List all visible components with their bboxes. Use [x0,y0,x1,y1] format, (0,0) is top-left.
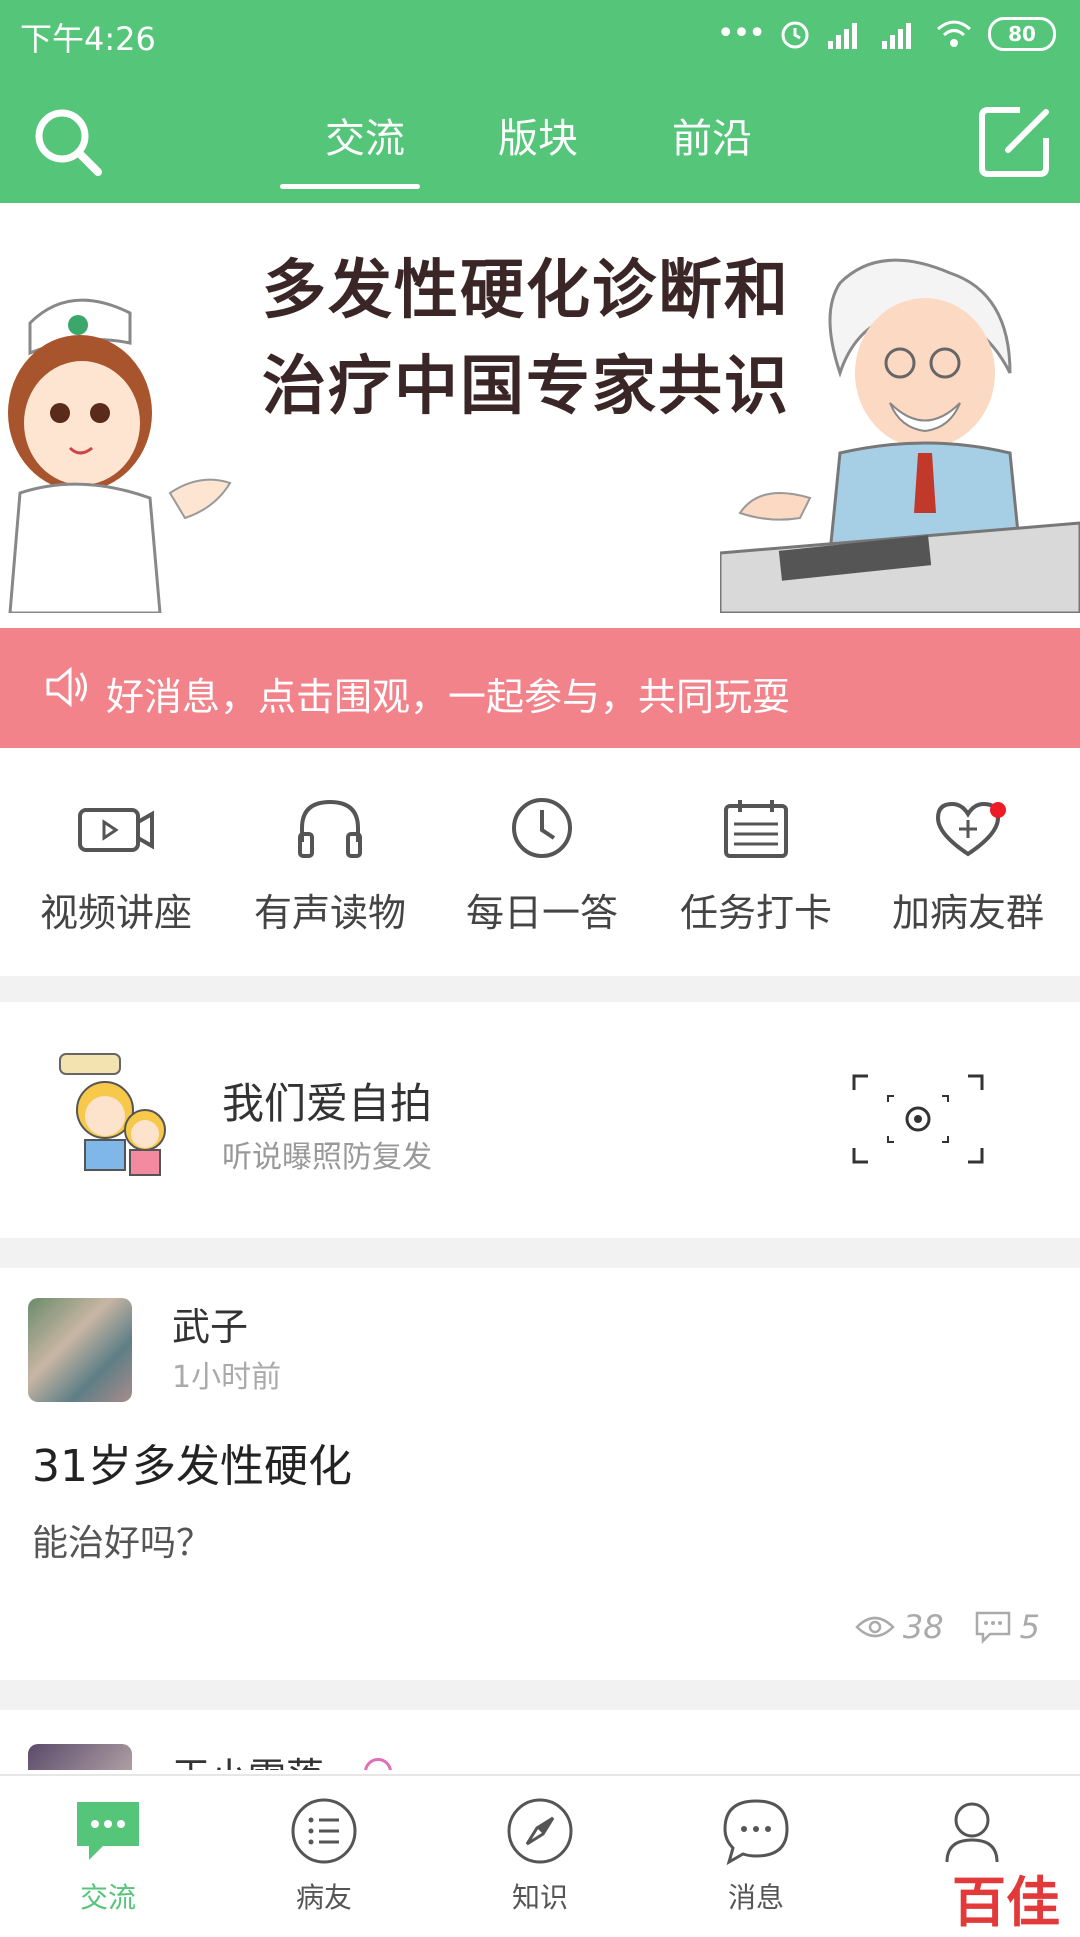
section-divider [0,1238,1080,1268]
feature-daily-answer[interactable]: 每日一答 [434,796,650,937]
tab-communication[interactable]: 交流 [325,106,405,164]
user-icon [945,1802,999,1863]
doctor-illustration [720,258,1080,613]
feature-video-lectures[interactable]: 视频讲座 [8,796,224,937]
calendar-icon [724,800,788,858]
wifi-icon [937,20,971,47]
top-tabs: 交流 版块 前沿 [280,88,820,198]
feature-label: 任务打卡 [679,891,832,935]
tab-knowledge[interactable]: 知识 [432,1796,648,1916]
notice-bar[interactable]: 好消息，点击围观，一起参与，共同玩耍 [0,628,1080,748]
comment-count: 5 [1019,1608,1040,1646]
avatar[interactable] [28,1744,132,1770]
eye-icon [855,1616,895,1638]
tab-frontier[interactable]: 前沿 [672,106,752,164]
list-icon [291,1798,357,1864]
feature-task-checkin[interactable]: 任务打卡 [648,796,864,937]
promo-banner[interactable]: 多发性硬化诊断和 治疗中国专家共识 [0,203,1080,613]
status-bar: 下午4:26 ••• 80 [0,0,1080,70]
selfie-subtitle: 听说曝照防复发 [222,1140,432,1175]
tab-patients[interactable]: 病友 [216,1796,432,1916]
post-card[interactable]: 玉小雪落 [0,1710,1080,1770]
post-username[interactable]: 武子 [172,1296,248,1351]
header: 下午4:26 ••• 80 交流 版块 前沿 [0,0,1080,203]
post-body: 能治好吗？ [32,1523,213,1564]
nurse-illustration [8,298,232,613]
feature-label: 每日一答 [465,891,618,935]
tab-label: 病友 [295,1881,352,1914]
feature-join-group[interactable]: 加病友群 [860,796,1076,937]
status-time: 下午4:26 [20,20,156,58]
active-tab-indicator [280,184,420,189]
post-username[interactable]: 玉小雪落 [172,1746,324,1770]
tab-label: 交流 [79,1881,136,1914]
battery-indicator: 80 [988,16,1056,51]
comment-icon[interactable] [974,1610,1012,1644]
gender-icon [364,1758,392,1770]
more-dots-icon: ••• [716,16,766,51]
post-time: 1小时前 [172,1360,282,1395]
camera-scan-icon[interactable] [852,1074,984,1164]
alarm-icon [781,21,809,48]
signal-icon [828,22,857,49]
view-count: 38 [902,1608,944,1646]
top-nav: 交流 版块 前沿 [0,88,1080,198]
notification-dot [990,802,1006,818]
search-icon[interactable] [32,106,104,178]
watermark-logo: 百佳 [952,1871,1060,1934]
selfie-illustration [59,1053,166,1176]
signal-icon-2 [882,22,911,49]
feature-label: 有声读物 [253,891,406,935]
compass-icon [507,1798,573,1864]
video-icon [78,808,154,852]
section-divider [0,1680,1080,1710]
feature-label: 视频讲座 [39,891,192,935]
feature-label: 加病友群 [891,891,1044,935]
post-card[interactable]: 武子 1小时前 31岁多发性硬化 能治好吗？ 38 5 [0,1268,1080,1680]
status-icons: ••• 80 [717,16,1056,51]
feature-audiobooks[interactable]: 有声读物 [222,796,438,937]
notice-text: 好消息，点击围观，一起参与，共同玩耍 [106,675,791,719]
post-title: 31岁多发性硬化 [32,1441,352,1492]
bottom-tab-bar: 交流 病友 知识 消息 我 [0,1774,1080,1922]
headphones-icon [298,799,362,858]
selfie-title: 我们爱自拍 [222,1079,433,1128]
message-icon [723,1799,789,1866]
tab-sections[interactable]: 版块 [498,106,578,164]
section-divider [0,976,1080,1002]
compose-icon[interactable] [978,104,1052,178]
post-stats: 38 5 [855,1608,1040,1646]
tab-communication-bottom[interactable]: 交流 [0,1796,216,1916]
tab-messages[interactable]: 消息 [648,1796,864,1916]
speaker-icon [46,666,87,708]
tab-label: 消息 [727,1881,784,1914]
feature-row: 视频讲座 有声读物 每日一答 任务打卡 加病友群 [0,756,1080,976]
selfie-section[interactable]: 我们爱自拍 听说曝照防复发 [0,1002,1080,1238]
tab-label: 知识 [511,1881,568,1914]
clock-icon [512,798,572,858]
chat-icon [77,1802,139,1860]
avatar[interactable] [28,1298,132,1402]
